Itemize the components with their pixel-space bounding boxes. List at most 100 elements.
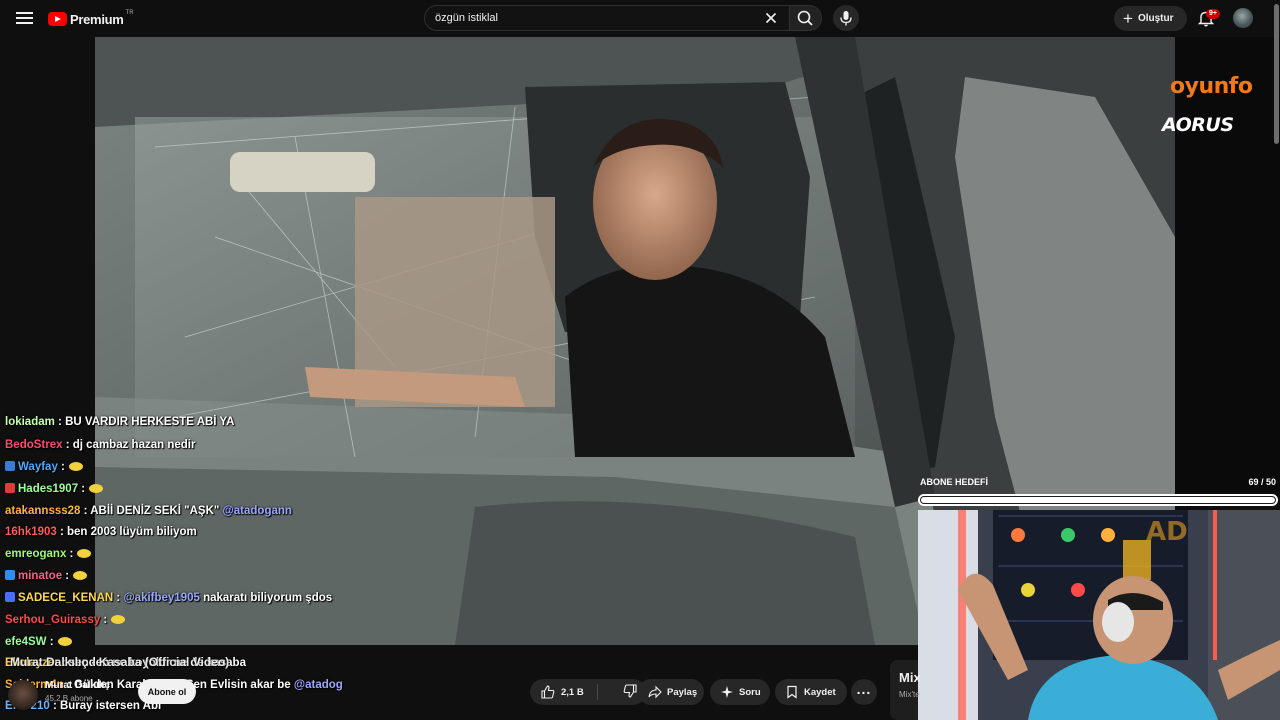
- chat-username[interactable]: Hades1907: [18, 483, 78, 495]
- ask-button[interactable]: Soru: [710, 679, 770, 705]
- chat-emote-icon: [73, 571, 88, 580]
- clear-search-icon[interactable]: [763, 10, 779, 26]
- chat-text: :: [62, 570, 70, 582]
- logo-country: TR: [125, 10, 134, 16]
- chat-badge-icon: [5, 483, 15, 493]
- chat-text: :: [66, 548, 74, 560]
- chat-text: : BU VARDIR HERKESTE ABİ YA: [54, 416, 235, 428]
- chat-message: efe4SW :: [5, 636, 72, 652]
- microphone-icon: [840, 11, 852, 26]
- mix-title[interactable]: Mix: [899, 670, 921, 685]
- chat-text: :: [100, 614, 108, 626]
- sponsor-logo-aorus: AORUS: [1162, 114, 1234, 136]
- chat-text: :: [46, 636, 54, 648]
- chat-message: Serhou_Guirassy :: [5, 614, 126, 630]
- page-scrollbar[interactable]: [1272, 0, 1280, 150]
- voice-search-button[interactable]: [833, 5, 859, 31]
- more-actions-button[interactable]: ...: [851, 679, 877, 705]
- share-label: Paylaş: [667, 686, 698, 698]
- left-margin: [0, 37, 95, 417]
- chat-badge-icon: [5, 570, 15, 580]
- sponsor-logo-oyunfor: oyunfo: [1170, 74, 1253, 99]
- chat-message: minatoe :: [5, 570, 88, 586]
- create-button[interactable]: + Oluştur: [1114, 6, 1187, 31]
- search-icon: [797, 10, 813, 26]
- search-box: [424, 5, 790, 31]
- chat-text: :: [57, 461, 65, 473]
- video-title: Murat Dalkılıç - Kasaba (Official Video): [10, 655, 230, 669]
- right-margin: [1175, 37, 1280, 497]
- chat-message: BedoStrex : dj cambaz hazan nedir: [5, 439, 195, 455]
- chat-username[interactable]: Wayfay: [18, 461, 58, 473]
- chat-emote-icon: [89, 484, 104, 493]
- share-button[interactable]: Paylaş: [638, 679, 704, 705]
- chat-text: nakaratı biliyorum şdos: [199, 592, 333, 604]
- save-label: Kaydet: [804, 686, 836, 698]
- menu-icon[interactable]: [14, 9, 34, 29]
- chat-text: : ABİİ DENİZ SEKİ "AŞK": [80, 505, 220, 517]
- chat-username[interactable]: emreoganx: [5, 548, 66, 560]
- chat-text: : dj cambaz hazan nedir: [62, 439, 196, 451]
- chat-username[interactable]: BedoStrex: [5, 439, 63, 451]
- chat-text: :: [78, 483, 86, 495]
- bookmark-icon: [787, 685, 797, 699]
- chat-username[interactable]: efe4SW: [5, 636, 47, 648]
- chat-emote-icon: [57, 637, 72, 646]
- logo-text: Premium: [70, 11, 124, 27]
- create-label: Oluştur: [1137, 13, 1174, 24]
- channel-avatar[interactable]: [8, 680, 38, 710]
- chat-emote-icon: [77, 549, 92, 558]
- chat-mention: @atadogann: [219, 505, 292, 517]
- chat-text: : ben 2003 lüyüm biliyom: [56, 526, 197, 538]
- chat-username[interactable]: 16hk1903: [5, 526, 57, 538]
- chat-badge-icon: [5, 461, 15, 471]
- chat-username[interactable]: Serhou_Guirassy: [5, 614, 100, 626]
- chat-message: Wayfay :: [5, 461, 83, 477]
- scrollbar-thumb[interactable]: [1273, 4, 1279, 144]
- chat-username[interactable]: SADECE_KENAN: [18, 592, 113, 604]
- chat-message: lokiadam : BU VARDIR HERKESTE ABİ YA: [5, 416, 234, 432]
- youtube-premium-logo[interactable]: Premium TR: [48, 10, 134, 27]
- chat-mention: @akifbey1905: [123, 592, 200, 604]
- save-button[interactable]: Kaydet: [775, 679, 847, 705]
- chat-message: 16hk1903 : ben 2003 lüyüm biliyom: [5, 526, 197, 542]
- like-dislike-group: 2,1 B: [530, 679, 646, 705]
- notification-count-badge: 9+: [1206, 9, 1220, 19]
- chat-mention: @atadog: [290, 679, 343, 691]
- like-count[interactable]: 2,1 B: [561, 687, 584, 698]
- stream-chat-overlay: lokiadam : BU VARDIR HERKESTE ABİ YA Bedo…: [5, 416, 465, 720]
- share-icon: [648, 685, 662, 699]
- plus-icon: +: [1123, 9, 1133, 28]
- chat-text: :: [113, 592, 124, 604]
- chat-username[interactable]: atakannsss28: [5, 505, 80, 517]
- subscriber-goal-fill: [921, 497, 1275, 503]
- chat-message: emreoganx :: [5, 548, 92, 564]
- chat-username[interactable]: lokiadam: [5, 416, 55, 428]
- subscriber-goal-label: ABONE HEDEFİ: [920, 477, 989, 487]
- youtube-play-icon: [48, 12, 67, 26]
- chat-emote-icon: [111, 615, 126, 624]
- thumbs-up-icon[interactable]: [540, 684, 556, 700]
- subscriber-count: 45,2 B abone: [45, 694, 93, 703]
- chat-username[interactable]: minatoe: [18, 570, 62, 582]
- chat-message: Hades1907 :: [5, 483, 104, 499]
- search-button[interactable]: [789, 5, 822, 31]
- channel-name[interactable]: Murat Dalkılıç: [45, 680, 110, 691]
- mix-subtitle: Mix'te: [899, 690, 920, 699]
- sparkle-icon: [721, 686, 733, 698]
- account-avatar[interactable]: [1233, 8, 1253, 28]
- subscribe-button[interactable]: Abone ol: [138, 679, 196, 704]
- svg-text:AD: AD: [1146, 517, 1188, 547]
- subscriber-goal-count: 69 / 50: [1248, 477, 1276, 487]
- chat-message: SADECE_KENAN : @akifbey1905 nakaratı bil…: [5, 592, 332, 608]
- search-input[interactable]: [435, 6, 755, 30]
- chat-message: atakannsss28 : ABİİ DENİZ SEKİ "AŞK" @at…: [5, 505, 292, 521]
- webcam-scene: AD: [918, 510, 1280, 720]
- ask-label: Soru: [739, 686, 761, 698]
- chat-emote-icon: [68, 462, 83, 471]
- streamer-webcam: AD: [918, 510, 1280, 720]
- subscriber-goal-bar: [918, 494, 1278, 506]
- top-bar: Premium TR + Oluştur 9+: [0, 0, 1280, 37]
- more-icon: ...: [856, 681, 872, 697]
- chat-badge-icon: [5, 592, 15, 602]
